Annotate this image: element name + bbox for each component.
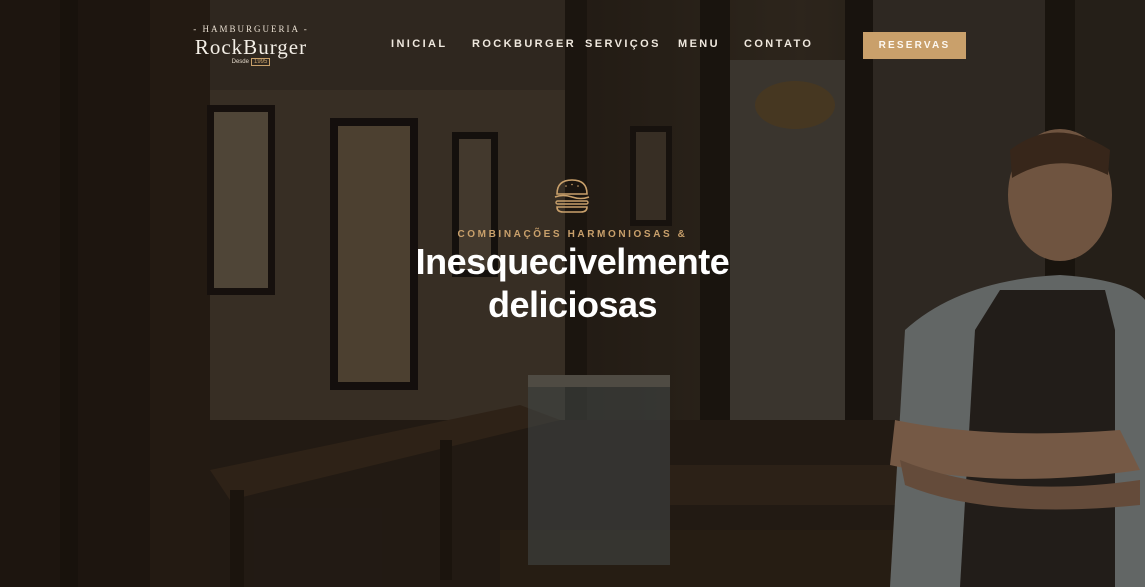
burger-icon: [554, 179, 590, 213]
hero-headline-line1: Inesquecivelmente: [415, 241, 730, 282]
nav-item-contato[interactable]: CONTATO: [744, 38, 813, 50]
logo-since: Desde 1995: [180, 58, 322, 66]
reservas-button[interactable]: RESERVAS: [863, 32, 966, 59]
logo-brand-name: RockBurger: [194, 35, 308, 59]
hero-tagline: COMBINAÇÕES HARMONIOSAS &: [457, 229, 688, 240]
hero-headline: Inesquecivelmente deliciosas: [0, 240, 1145, 326]
nav-item-servicos[interactable]: SERVIÇOS: [585, 38, 661, 50]
hero-section: - HAMBURGUERIA - RockBurger Desde 1995 IN…: [0, 0, 1145, 587]
logo-since-label: Desde: [231, 59, 249, 65]
nav-item-inicial[interactable]: INICIAL: [391, 38, 448, 50]
nav-item-rockburger[interactable]: ROCKBURGER: [472, 38, 576, 50]
logo-since-year: 1995: [250, 58, 271, 66]
nav-item-menu[interactable]: MENU: [678, 38, 720, 50]
logo-top-text: - HAMBURGUERIA -: [193, 24, 309, 34]
brand-logo[interactable]: - HAMBURGUERIA - RockBurger Desde 1995: [180, 24, 322, 74]
hero-headline-line2: deliciosas: [487, 284, 658, 325]
